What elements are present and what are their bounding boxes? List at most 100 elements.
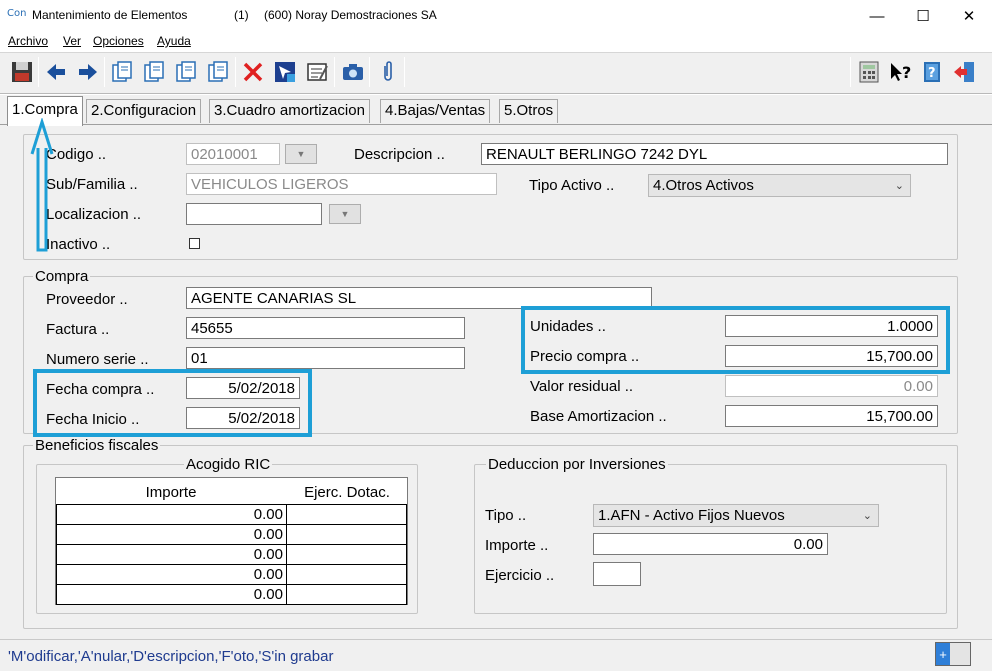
proveedor-label: Proveedor .. (46, 291, 128, 308)
copy-doc-icon[interactable] (172, 57, 200, 87)
tab-bajas-ventas[interactable]: 4.Bajas/Ventas (380, 99, 491, 123)
ric-ejerc-cell[interactable] (286, 564, 407, 585)
help-pointer-icon[interactable]: ? (887, 57, 915, 87)
help-book-icon[interactable]: ? (918, 57, 946, 87)
codigo-field[interactable]: 02010001 (186, 143, 280, 165)
tab-otros[interactable]: 5.Otros (499, 99, 559, 123)
deduccion-group-title: Deduccion por Inversiones (486, 456, 668, 473)
copy-doc-icon[interactable] (140, 57, 168, 87)
toolbar-separator (369, 57, 370, 87)
tipo-label: Tipo .. (485, 507, 527, 524)
tipo-activo-value: 4.Otros Activos (653, 177, 754, 194)
toolbar-separator (235, 57, 236, 87)
app-icon: Con (7, 8, 27, 19)
arrow-left-icon[interactable] (42, 57, 70, 87)
search-map-icon[interactable] (271, 57, 299, 87)
window-title: Mantenimiento de Elementos (32, 8, 188, 22)
fecha-compra-field[interactable]: 5/02/2018 (186, 377, 300, 399)
copy-doc-icon[interactable] (108, 57, 136, 87)
base-amortizacion-label: Base Amortizacion .. (530, 408, 667, 425)
form-edit-icon[interactable] (303, 57, 331, 87)
factura-field[interactable]: 45655 (186, 317, 465, 339)
plus-icon[interactable]: + (936, 643, 950, 665)
svg-text:?: ? (928, 66, 936, 81)
menu-bar (0, 32, 992, 52)
fecha-inicio-field[interactable]: 5/02/2018 (186, 407, 300, 429)
compra-group-title: Compra (33, 268, 91, 285)
unidades-field[interactable]: 1.0000 (725, 315, 938, 337)
toolbar-separator (38, 57, 39, 87)
menu-ver[interactable]: Ver (63, 34, 81, 48)
toolbar-separator (850, 57, 851, 87)
ric-ejerc-cell[interactable] (286, 544, 407, 565)
chevron-down-icon: ▼ (296, 149, 306, 159)
localizacion-field[interactable] (186, 203, 322, 225)
unidades-label: Unidades .. (530, 318, 606, 335)
menu-ayuda[interactable]: Ayuda (157, 34, 191, 48)
toolbar-separator (334, 57, 335, 87)
numero-serie-field[interactable]: 01 (186, 347, 465, 369)
tab-cuadro-amortizacion[interactable]: 3.Cuadro amortizacion (209, 99, 370, 123)
valor-residual-label: Valor residual .. (530, 378, 634, 395)
ric-ejerc-cell[interactable] (286, 584, 407, 605)
toolbar-separator (104, 57, 105, 87)
window-company: (600) Noray Demostraciones SA (264, 8, 437, 22)
menu-opciones[interactable]: Opciones (93, 34, 144, 48)
paperclip-icon[interactable] (374, 57, 402, 87)
beneficios-group-title: Beneficios fiscales (33, 437, 161, 454)
save-icon[interactable] (8, 57, 36, 87)
localizacion-lookup-button[interactable]: ▼ (329, 204, 361, 224)
factura-label: Factura .. (46, 321, 110, 338)
precio-compra-label: Precio compra .. (530, 348, 640, 365)
arrow-right-icon[interactable] (74, 57, 102, 87)
precio-compra-field[interactable]: 15,700.00 (725, 345, 938, 367)
tipo-activo-select[interactable]: 4.Otros Activos ⌄ (648, 174, 911, 197)
inactivo-checkbox[interactable] (189, 238, 200, 249)
ric-importe-cell[interactable]: 0.00 (56, 504, 287, 525)
numero-serie-label: Numero serie .. (46, 351, 149, 368)
maximize-button[interactable]: ☐ (900, 0, 946, 32)
importe-field[interactable]: 0.00 (593, 533, 828, 555)
annotation-arrow-icon (30, 118, 54, 252)
chevron-down-icon: ▼ (340, 209, 350, 219)
fecha-compra-label: Fecha compra .. (46, 381, 155, 398)
subfamilia-field[interactable]: VEHICULOS LIGEROS (186, 173, 497, 195)
menu-archivo[interactable]: Archivo (8, 34, 48, 48)
status-text: 'M'odificar,'A'nular,'D'escripcion,'F'ot… (8, 648, 334, 665)
ric-header-ejerc: Ejerc. Dotac. (304, 484, 390, 501)
ric-group-title: Acogido RIC (184, 456, 273, 473)
ric-importe-cell[interactable]: 0.00 (56, 544, 287, 565)
ric-importe-cell[interactable]: 0.00 (56, 564, 287, 585)
calculator-icon[interactable] (855, 57, 883, 87)
importe-label: Importe .. (485, 537, 549, 554)
svg-text:?: ? (902, 63, 911, 82)
ejercicio-field[interactable] (593, 562, 641, 586)
descripcion-label: Descripcion .. (354, 146, 445, 163)
descripcion-field[interactable]: RENAULT BERLINGO 7242 DYL (481, 143, 948, 165)
delete-icon[interactable] (239, 57, 267, 87)
proveedor-field[interactable]: AGENTE CANARIAS SL (186, 287, 652, 309)
localizacion-label: Localizacion .. (46, 206, 142, 223)
ric-importe-cell[interactable]: 0.00 (56, 524, 287, 545)
tipo-select[interactable]: 1.AFN - Activo Fijos Nuevos ⌄ (593, 504, 879, 527)
ric-ejerc-cell[interactable] (286, 524, 407, 545)
ric-header-importe: Importe (145, 484, 197, 501)
ric-ejerc-cell[interactable] (286, 504, 407, 525)
close-button[interactable]: ✕ (946, 0, 992, 32)
chevron-down-icon: ⌄ (894, 180, 904, 192)
valor-residual-field[interactable]: 0.00 (725, 375, 938, 397)
copy-doc-icon[interactable] (204, 57, 232, 87)
tab-configuracion[interactable]: 2.Configuracion (86, 99, 202, 123)
codigo-lookup-button[interactable]: ▼ (285, 144, 317, 164)
tipo-activo-label: Tipo Activo .. (529, 177, 615, 194)
ric-importe-cell[interactable]: 0.00 (56, 584, 287, 605)
base-amortizacion-field[interactable]: 15,700.00 (725, 405, 938, 427)
camera-icon[interactable] (339, 57, 367, 87)
toolbar-separator (404, 57, 405, 87)
minimize-button[interactable]: — (854, 0, 900, 32)
window-count: (1) (234, 8, 249, 22)
fecha-inicio-label: Fecha Inicio .. (46, 411, 140, 428)
exit-door-icon[interactable] (950, 57, 978, 87)
tipo-value: 1.AFN - Activo Fijos Nuevos (598, 507, 785, 524)
ejercicio-label: Ejercicio .. (485, 567, 555, 584)
